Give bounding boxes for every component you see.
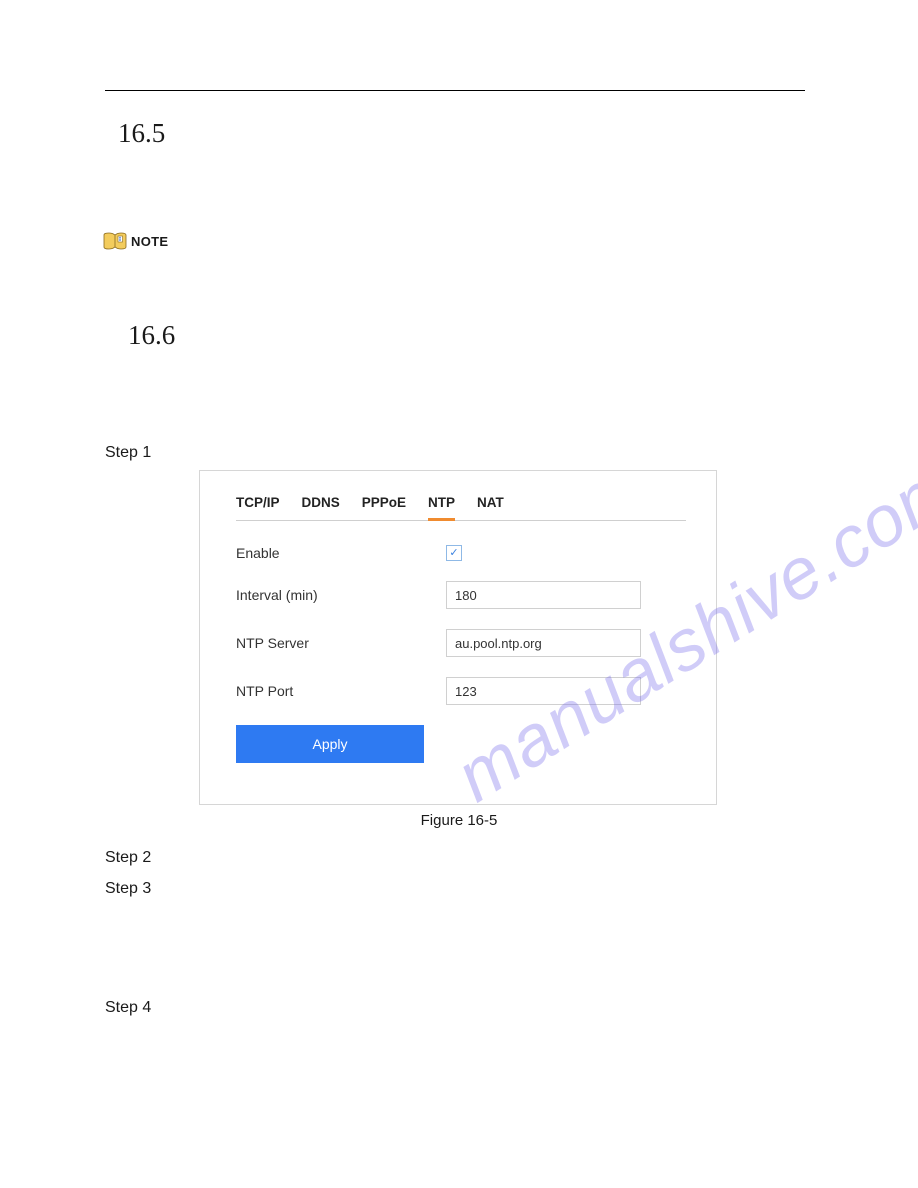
enable-checkbox[interactable]: ✓ bbox=[446, 545, 462, 561]
note-label: NOTE bbox=[131, 234, 168, 249]
ntp-port-input[interactable] bbox=[446, 677, 641, 705]
tab-ntp[interactable]: NTP bbox=[428, 495, 455, 510]
step-4-label: Step 4 bbox=[105, 999, 151, 1017]
note-book-icon bbox=[103, 232, 127, 250]
horizontal-rule bbox=[105, 90, 805, 91]
checkmark-icon: ✓ bbox=[449, 548, 458, 559]
ntp-server-input[interactable] bbox=[446, 629, 641, 657]
section-number-166: 16.6 bbox=[128, 320, 175, 351]
section-number-165: 16.5 bbox=[118, 118, 165, 149]
tab-ddns[interactable]: DDNS bbox=[302, 495, 340, 510]
tab-tcpip[interactable]: TCP/IP bbox=[236, 495, 280, 510]
apply-button[interactable]: Apply bbox=[236, 725, 424, 763]
figure-caption: Figure 16-5 bbox=[0, 812, 918, 829]
tab-nat[interactable]: NAT bbox=[477, 495, 504, 510]
tab-pppoe[interactable]: PPPoE bbox=[362, 495, 406, 510]
step-3-label: Step 3 bbox=[105, 880, 151, 898]
note-callout: NOTE bbox=[103, 232, 168, 250]
apply-button-label: Apply bbox=[312, 736, 347, 752]
interval-input[interactable] bbox=[446, 581, 641, 609]
enable-label: Enable bbox=[236, 545, 446, 561]
step-2-label: Step 2 bbox=[105, 849, 151, 867]
step-1-label: Step 1 bbox=[105, 444, 151, 462]
interval-label: Interval (min) bbox=[236, 587, 446, 603]
tab-bar: TCP/IP DDNS PPPoE NTP NAT bbox=[236, 495, 686, 521]
ntp-port-label: NTP Port bbox=[236, 683, 446, 699]
settings-panel: TCP/IP DDNS PPPoE NTP NAT Enable ✓ Inter… bbox=[199, 470, 717, 805]
ntp-server-label: NTP Server bbox=[236, 635, 446, 651]
